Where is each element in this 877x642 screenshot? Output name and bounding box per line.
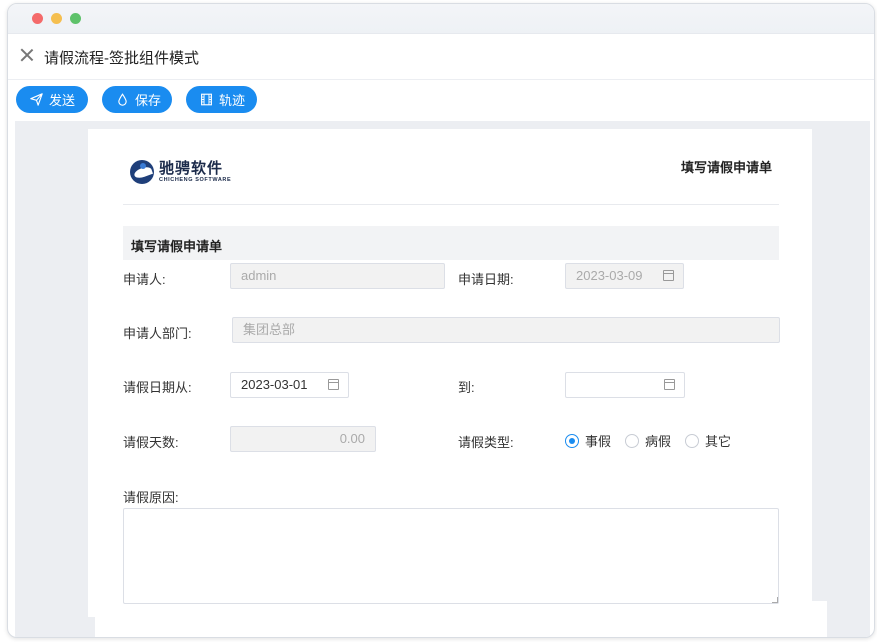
page-header: 请假流程-签批组件模式: [8, 34, 874, 80]
send-button-label: 发送: [49, 93, 76, 108]
save-button-label: 保存: [135, 93, 162, 108]
radio-unchecked-icon[interactable]: [685, 433, 700, 448]
minimize-window-dot[interactable]: [51, 13, 62, 24]
dept-label: 申请人部门:: [123, 326, 192, 341]
toolbar: 发送 保存 轨迹: [8, 84, 874, 118]
section-title: 填写请假申请单: [131, 239, 223, 254]
leave-type-radio-group: 事假 病假 其它: [565, 431, 745, 450]
apply-date-value: 2023-03-09: [576, 268, 643, 283]
logo-icon: [130, 160, 154, 184]
leave-days-label: 请假天数:: [123, 435, 179, 450]
app-window: 请假流程-签批组件模式 发送 保存 轨迹 驰骋软件 CHICHENG SOFTW…: [7, 3, 875, 638]
leave-type-option-sick[interactable]: 病假: [625, 431, 671, 450]
document-title: 填写请假申请单: [680, 160, 772, 175]
dept-input[interactable]: 集团总部: [232, 317, 780, 343]
leave-reason-textarea[interactable]: [123, 508, 779, 604]
applicant-label: 申请人:: [123, 272, 166, 287]
apply-date-input[interactable]: 2023-03-09: [565, 263, 684, 289]
page-title: 请假流程-签批组件模式: [44, 50, 199, 67]
applicant-input[interactable]: admin: [230, 263, 445, 289]
send-button[interactable]: 发送: [16, 86, 88, 113]
resize-handle-icon[interactable]: [772, 597, 778, 603]
film-icon: [201, 93, 212, 106]
track-button[interactable]: 轨迹: [186, 86, 257, 113]
calendar-icon[interactable]: [664, 379, 675, 390]
section-header: 填写请假申请单: [123, 226, 779, 260]
leave-from-label: 请假日期从:: [123, 380, 192, 395]
leave-from-input[interactable]: 2023-03-01: [230, 372, 349, 398]
apply-date-label: 申请日期:: [458, 272, 514, 287]
title-bar: [8, 4, 874, 34]
calendar-icon[interactable]: [663, 270, 674, 281]
close-icon[interactable]: [20, 48, 34, 62]
logo-name: 驰骋软件: [159, 159, 224, 177]
radio-label: 事假: [585, 434, 612, 449]
radio-checked-icon[interactable]: [565, 433, 579, 448]
form-paper: 驰骋软件 CHICHENG SOFTWARE 填写请假申请单 填写请假申请单 申…: [88, 129, 812, 617]
leave-to-label: 到:: [458, 380, 475, 395]
leave-reason-label: 请假原因:: [123, 490, 179, 505]
radio-label: 其它: [705, 434, 732, 449]
calendar-icon[interactable]: [328, 379, 339, 390]
send-icon: [30, 93, 43, 106]
track-button-label: 轨迹: [219, 93, 246, 108]
divider: [123, 204, 779, 205]
close-window-dot[interactable]: [32, 13, 43, 24]
logo-name-en: CHICHENG SOFTWARE: [159, 176, 232, 183]
leave-to-input[interactable]: [565, 372, 685, 398]
drop-icon: [118, 93, 127, 106]
company-logo: 驰骋软件 CHICHENG SOFTWARE: [130, 157, 231, 187]
leave-type-option-personal[interactable]: 事假: [565, 431, 611, 450]
leave-type-label: 请假类型:: [458, 435, 514, 450]
form-canvas: 驰骋软件 CHICHENG SOFTWARE 填写请假申请单 填写请假申请单 申…: [15, 121, 870, 637]
radio-label: 病假: [645, 434, 672, 449]
radio-unchecked-icon[interactable]: [625, 433, 640, 448]
leave-type-option-other[interactable]: 其它: [685, 431, 731, 450]
maximize-window-dot[interactable]: [70, 13, 81, 24]
leave-days-input[interactable]: 0.00: [230, 426, 376, 452]
leave-from-value: 2023-03-01: [241, 377, 308, 392]
save-button[interactable]: 保存: [102, 86, 172, 113]
